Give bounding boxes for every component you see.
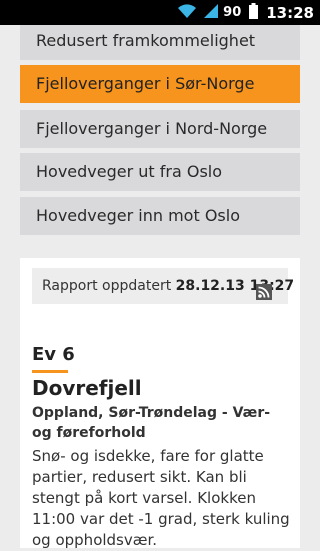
signal-icon	[203, 3, 219, 23]
place-title: Dovrefjell	[32, 376, 142, 400]
report-updated-timestamp: 28.12.13 13:27	[175, 278, 295, 294]
road-number: Ev 6	[32, 344, 75, 365]
menu-item-redusert-framkommelighet[interactable]: Redusert framkommelighet	[20, 22, 300, 60]
menu-item-fjelloverganger-sor-norge[interactable]: Fjelloverganger i Sør-Norge	[20, 65, 300, 103]
menu-item-hovedveger-ut-fra-oslo[interactable]: Hovedveger ut fra Oslo	[20, 153, 300, 191]
menu-item-hovedveger-inn-mot-oslo[interactable]: Hovedveger inn mot Oslo	[20, 197, 300, 235]
rss-icon[interactable]	[256, 278, 272, 300]
clock: 13:28	[266, 3, 314, 22]
status-bar: 90 13:28	[0, 0, 320, 25]
battery-level: 90	[223, 5, 242, 20]
wifi-icon	[177, 3, 197, 23]
battery-icon	[249, 2, 259, 23]
region-subtitle: Oppland, Sør-Trøndelag - Vær- og førefor…	[32, 405, 271, 441]
road-number-underline	[32, 370, 68, 373]
menu-item-fjelloverganger-nord-norge[interactable]: Fjelloverganger i Nord-Norge	[20, 110, 300, 148]
condition-description: Snø- og isdekke, fare for glatte partier…	[32, 447, 290, 549]
road-report-card: Rapport oppdatert 28.12.13 13:27 Ev 6 Do…	[20, 258, 300, 549]
report-updated-label: Rapport oppdatert	[42, 278, 172, 294]
report-updated-bar: Rapport oppdatert 28.12.13 13:27	[32, 268, 294, 304]
